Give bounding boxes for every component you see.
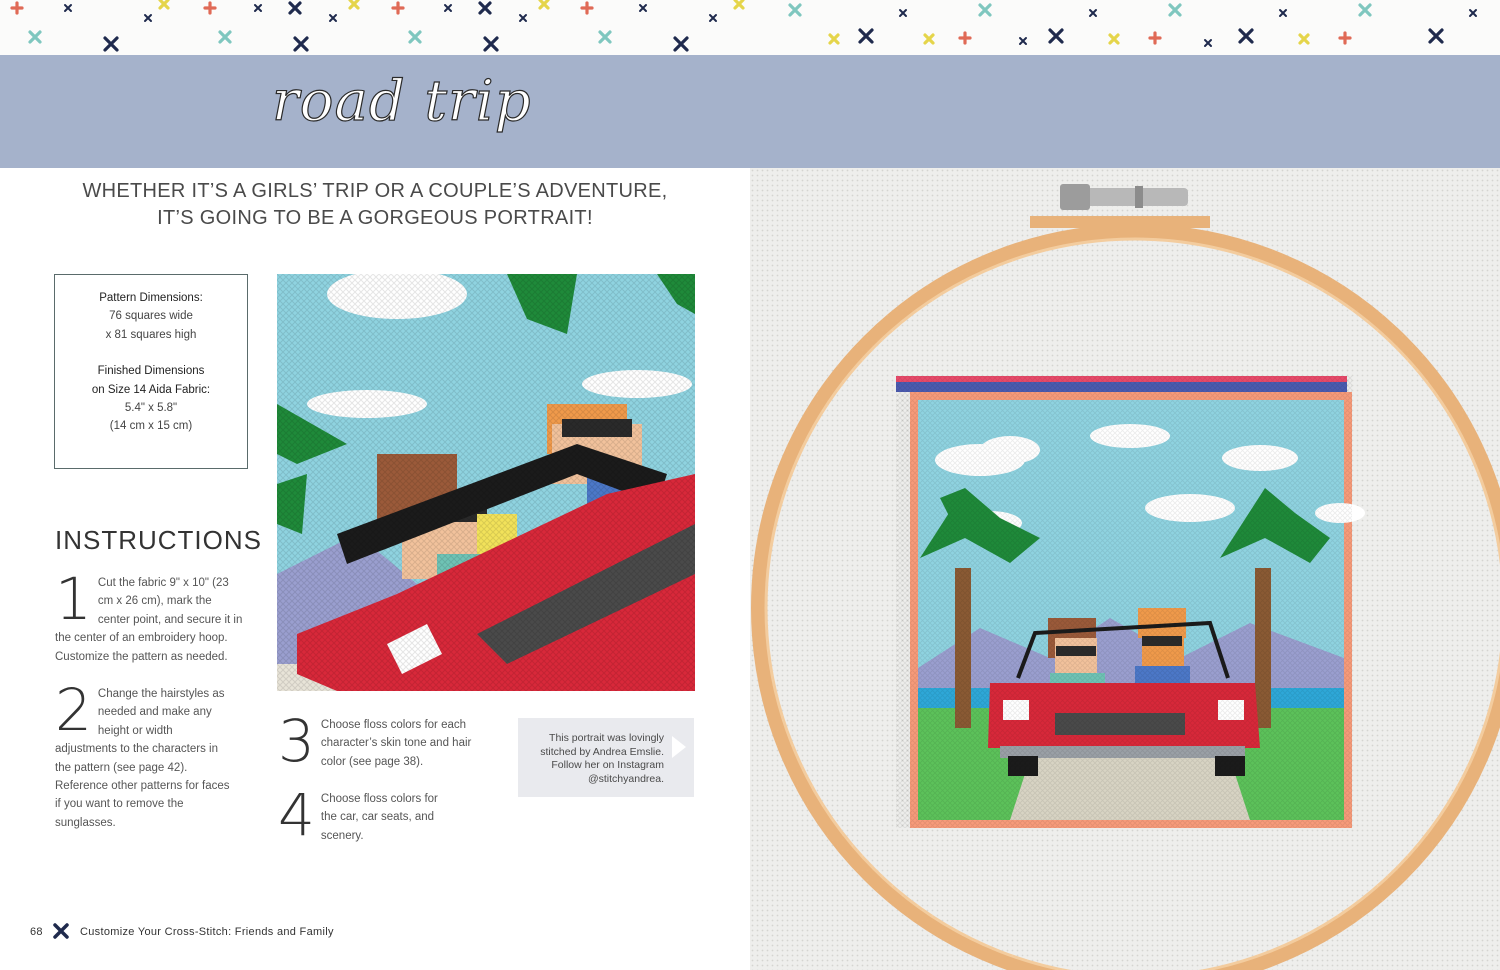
tagline-line-2: IT’S GOING TO BE A GORGEOUS PORTRAIT! — [157, 207, 593, 229]
title-banner: road trip — [0, 55, 1500, 168]
dimensions-box: Pattern Dimensions: 76 squares wide x 81… — [54, 274, 248, 469]
finished-dimensions-heading: Finished Dimensions — [97, 365, 205, 378]
step-number: 4 — [278, 781, 315, 849]
cross-stitch-x-icon — [52, 922, 70, 943]
credit-callout: This portrait was lovingly stitched by A… — [518, 718, 694, 797]
page-number: 68 — [30, 926, 43, 938]
play-arrow-icon — [672, 736, 686, 758]
decorative-stitch-band — [0, 0, 1500, 55]
hoop-photo-illustration — [750, 168, 1500, 970]
pattern-dimensions-heading: Pattern Dimensions: — [99, 292, 203, 304]
step-text: Choose floss colors for the car, car sea… — [320, 793, 438, 842]
instructions-heading: INSTRUCTIONS — [55, 525, 262, 555]
tagline-line-1: WHETHER IT’S A GIRLS’ TRIP OR A COUPLE’S… — [82, 180, 668, 202]
page-title: road trip — [271, 68, 532, 134]
book-title: Customize Your Cross-Stitch: Friends and… — [80, 926, 334, 938]
instruction-step-1: 1 Cut the fabric 9" x 10" (23 cm x 26 cm… — [55, 565, 245, 666]
instruction-step-3: 3 Choose floss colors for each character… — [278, 707, 478, 775]
instruction-step-4: 4 Choose floss colors for the car, car s… — [278, 781, 448, 849]
detail-photo — [277, 274, 695, 691]
credit-text: This portrait was lovingly stitched by A… — [540, 732, 664, 785]
instruction-step-2: 2 Change the hairstyles as needed and ma… — [55, 676, 235, 832]
pattern-width: 76 squares wide — [109, 310, 193, 323]
finished-size-cm: (14 cm x 15 cm) — [109, 420, 193, 433]
step-number: 1 — [55, 565, 92, 633]
hoop-photo — [750, 168, 1500, 970]
detail-photo-illustration — [277, 274, 695, 691]
finished-size-inches: 5.4" x 5.8" — [124, 402, 178, 415]
finished-dimensions-fabric: on Size 14 Aida Fabric: — [91, 383, 211, 396]
pattern-height: x 81 squares high — [105, 328, 197, 341]
tagline: WHETHER IT’S A GIRLS’ TRIP OR A COUPLE’S… — [40, 178, 710, 232]
step-number: 2 — [55, 676, 92, 744]
stitch-pattern-graphic — [10, 0, 1477, 52]
step-text: Choose floss colors for each character’s… — [320, 719, 472, 768]
step-number: 3 — [278, 707, 315, 775]
